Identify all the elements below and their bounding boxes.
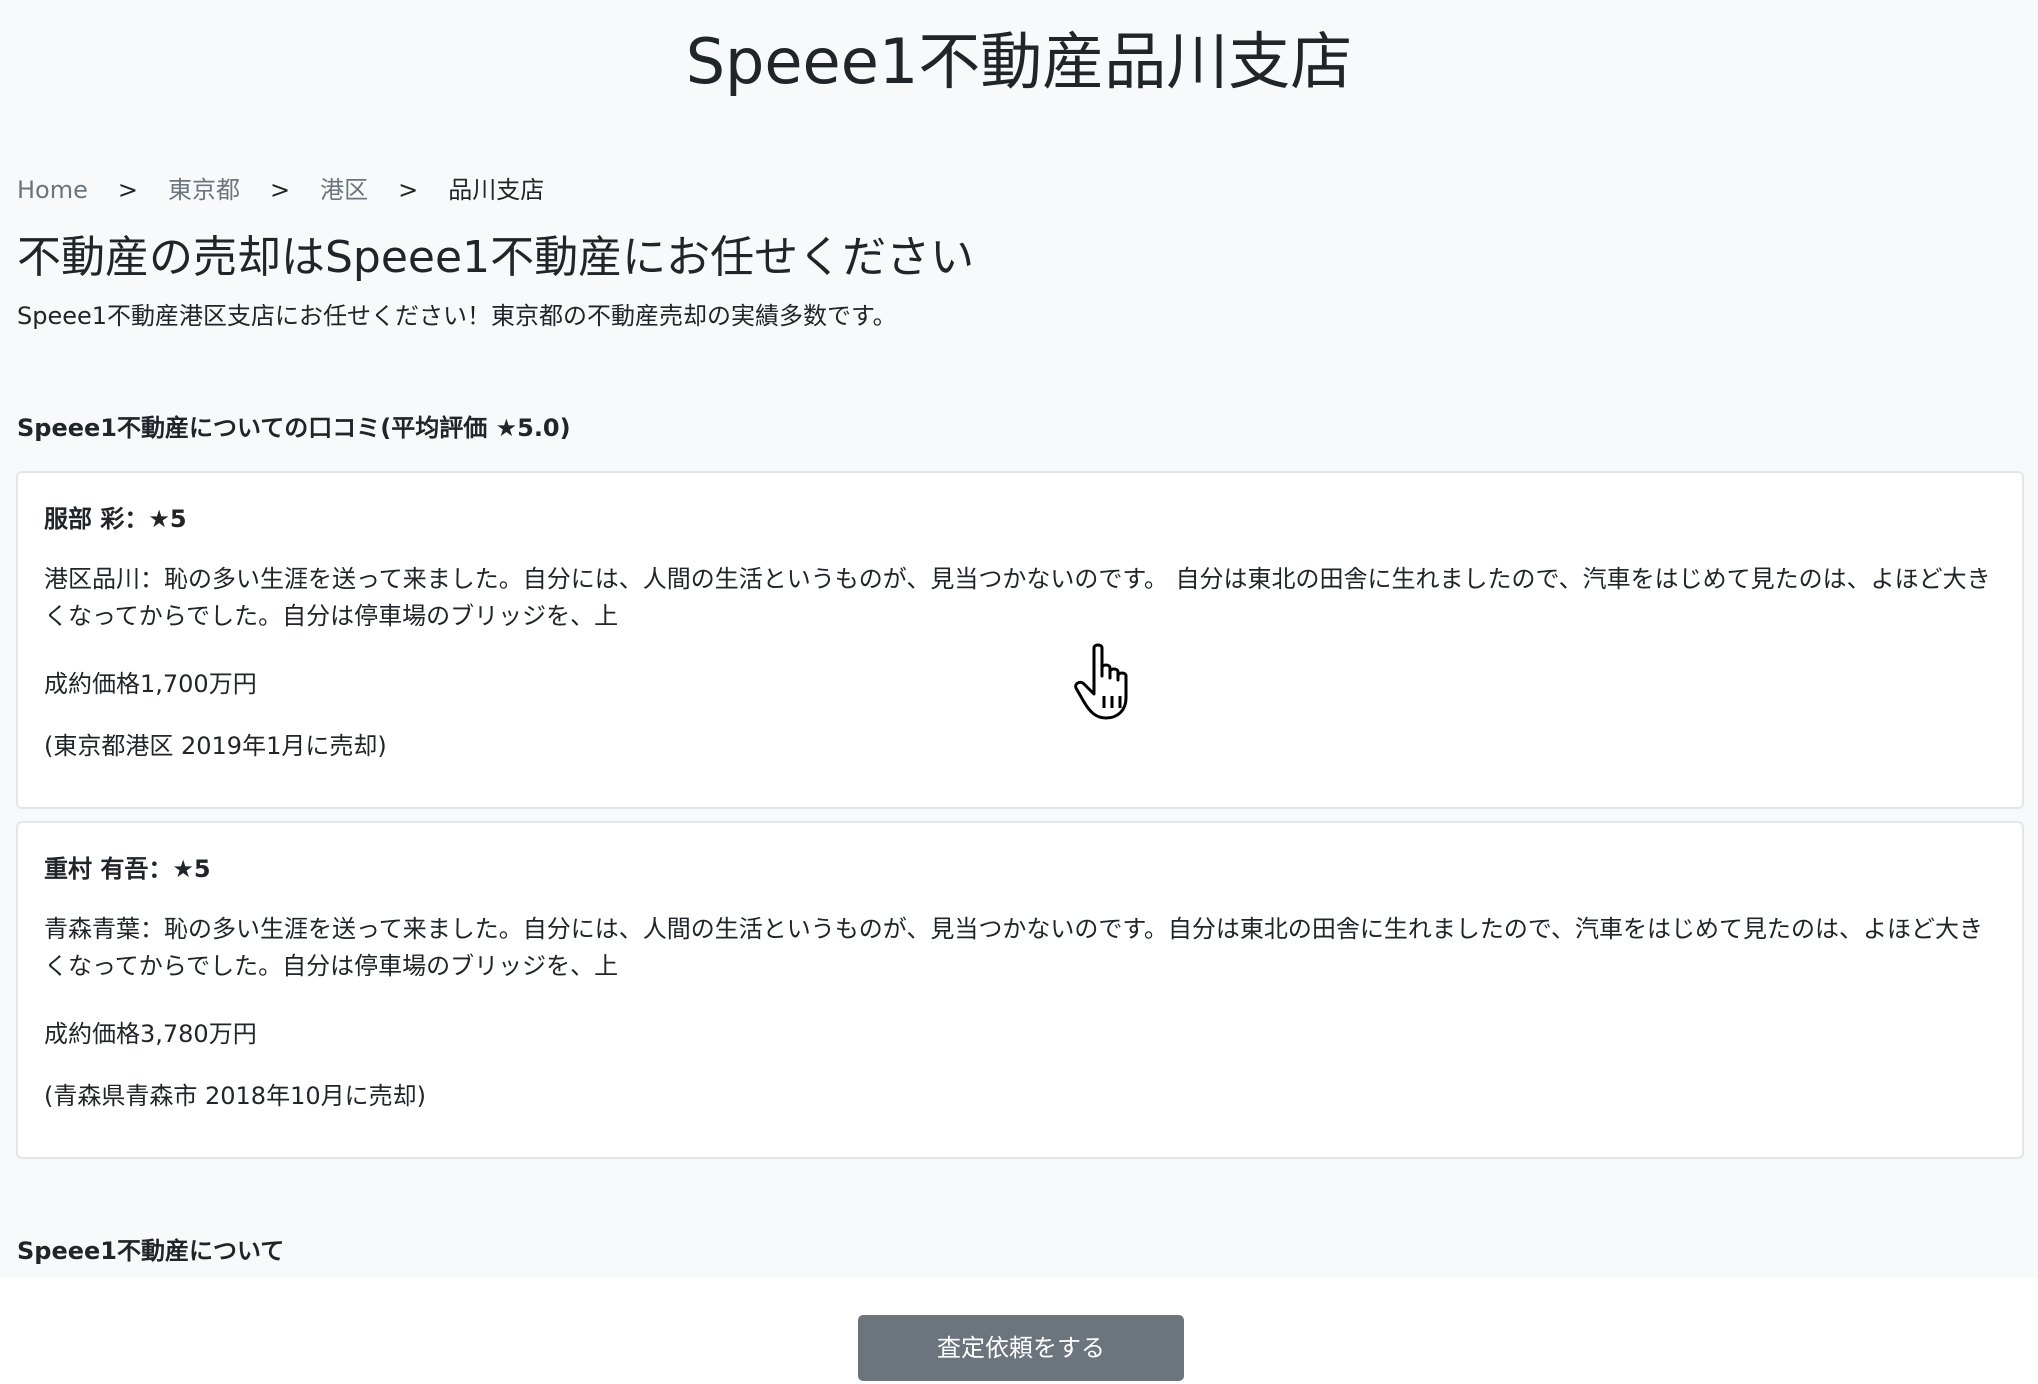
breadcrumb-separator: > (398, 176, 419, 204)
page-heading: 不動産の売却はSpeee1不動産にお任せください (17, 232, 975, 283)
review-card: 服部 彩：★5 港区品川：恥の多い生涯を送って来ました。自分には、人間の生活とい… (16, 471, 2024, 809)
hand-pointer-icon (1074, 643, 1128, 720)
breadcrumb-tokyo-link[interactable]: 東京都 (168, 172, 240, 208)
breadcrumb-separator: > (269, 176, 291, 204)
breadcrumb-minato-link[interactable]: 港区 (320, 172, 368, 208)
reviewer-name: 服部 彩：★5 (44, 505, 187, 533)
review-card: 重村 有吾：★5 青森青葉：恥の多い生涯を送って来ました。自分には、人間の生活と… (16, 821, 2024, 1159)
breadcrumb-separator: > (117, 176, 138, 204)
review-body: 港区品川：恥の多い生涯を送って来ました。自分には、人間の生活というものが、見当つ… (44, 565, 1991, 630)
site-title: Speee1不動産品川支店 (685, 25, 1353, 98)
breadcrumb-current: 品川支店 (448, 176, 545, 204)
breadcrumb-home-link[interactable]: Home (17, 172, 88, 208)
reviews-heading: Speee1不動産についての口コミ(平均評価 ★5.0) (17, 414, 571, 442)
about-heading: Speee1不動産について (17, 1237, 285, 1265)
breadcrumb: Home > 東京都 > 港区 > 品川支店 (17, 172, 544, 208)
review-price: 成約価格3,780万円 (44, 1020, 257, 1048)
review-meta: (青森県青森市 2018年10月に売却) (44, 1082, 426, 1110)
review-price: 成約価格1,700万円 (44, 670, 257, 698)
review-body: 青森青葉：恥の多い生涯を送って来ました。自分には、人間の生活というものが、見当つ… (44, 915, 1983, 980)
reviewer-name: 重村 有吾：★5 (44, 855, 211, 883)
review-meta: (東京都港区 2019年1月に売却) (44, 732, 387, 760)
lead-text: Speee1不動産港区支店にお任せください！東京都の不動産売却の実績多数です。 (17, 302, 897, 330)
request-assessment-button[interactable]: 査定依頼をする (858, 1315, 1184, 1381)
